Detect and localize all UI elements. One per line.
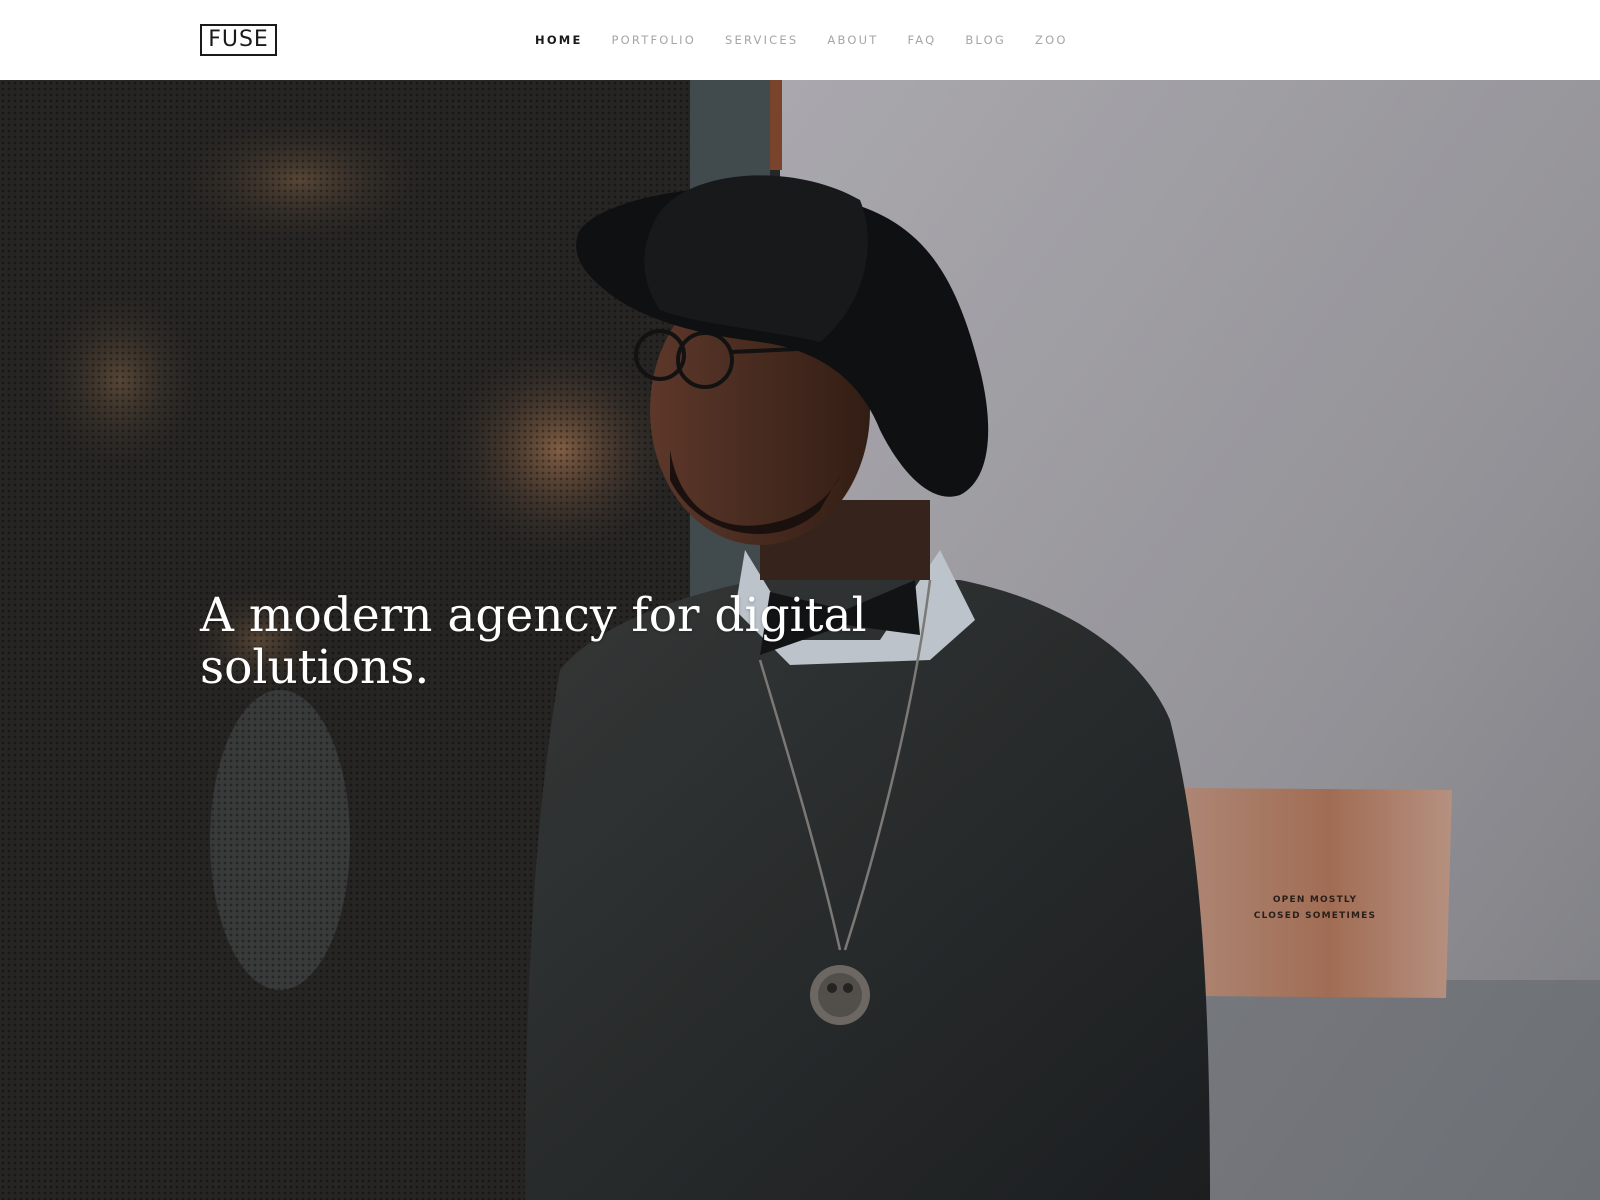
- page: FUSE HOME PORTFOLIO SERVICES ABOUT FAQ B…: [0, 0, 1600, 1200]
- wall-sign-line-2: CLOSED SOMETIMES: [1253, 911, 1377, 921]
- site-header: FUSE HOME PORTFOLIO SERVICES ABOUT FAQ B…: [0, 0, 1600, 80]
- nav-item-portfolio[interactable]: PORTFOLIO: [612, 33, 696, 47]
- hero-title: A modern agency for digital solutions.: [200, 588, 867, 695]
- wall-sign-text: OPEN MOSTLY CLOSED SOMETIMES: [1230, 892, 1400, 924]
- wall-sign-line-1: OPEN MOSTLY: [1272, 895, 1358, 905]
- nav-item-zoo[interactable]: ZOO: [1035, 33, 1068, 47]
- logo[interactable]: FUSE: [200, 24, 277, 56]
- nav-item-home[interactable]: HOME: [535, 33, 583, 47]
- main-nav: HOME PORTFOLIO SERVICES ABOUT FAQ BLOG Z…: [535, 33, 1097, 47]
- nav-item-services[interactable]: SERVICES: [725, 33, 798, 47]
- nav-item-faq[interactable]: FAQ: [907, 33, 936, 47]
- nav-item-blog[interactable]: BLOG: [965, 33, 1006, 47]
- logo-text: FUSE: [208, 27, 269, 52]
- nav-item-about[interactable]: ABOUT: [827, 33, 878, 47]
- hero-section: A modern agency for digital solutions. O…: [0, 80, 1600, 1200]
